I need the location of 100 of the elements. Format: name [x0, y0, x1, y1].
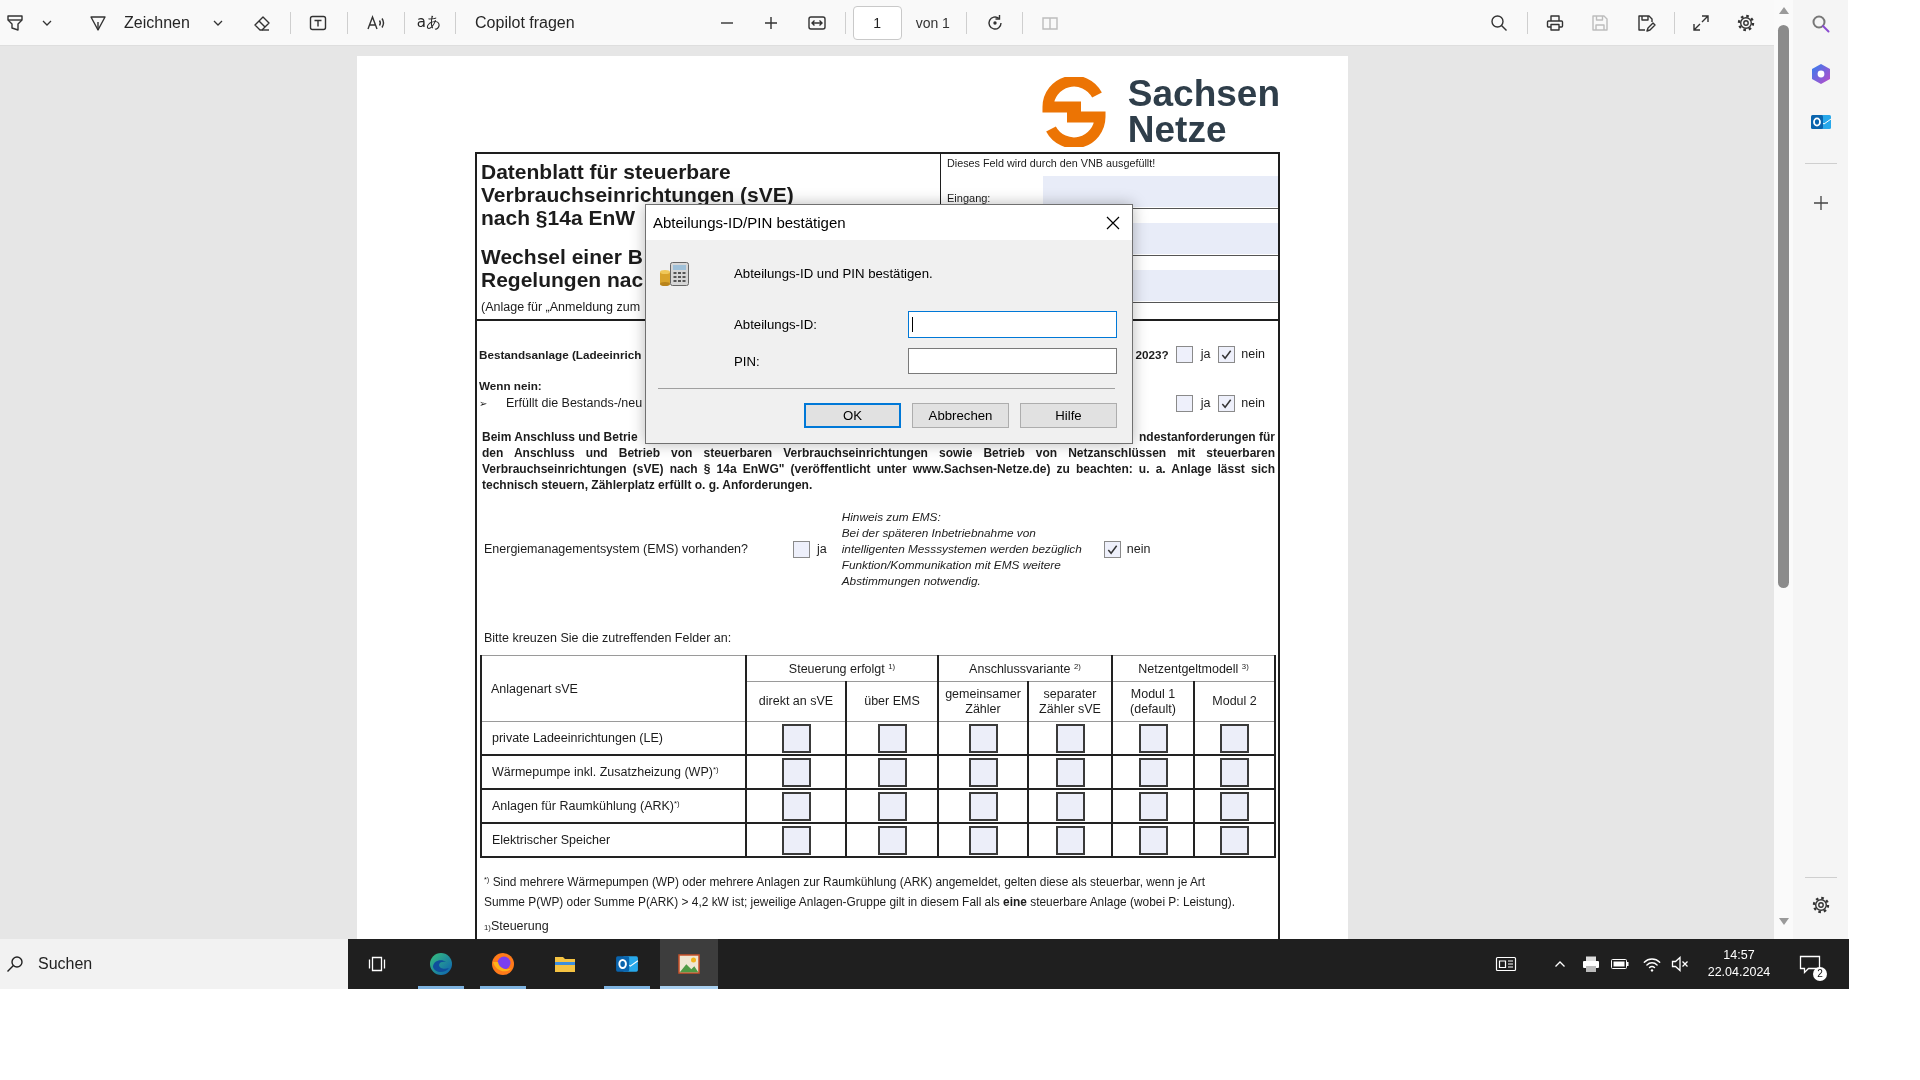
- question-heading: Wenn nein:: [479, 379, 542, 392]
- checkbox[interactable]: [968, 825, 998, 855]
- notice-text: den Anschluss und Betrieb von steuerbaren Verbrauchseinrichtungen sowie Betrieb von Netzanschlüssen mit steuerbaren Verbrauchseinrichtungen (sVE) nach § 14a EnWG" (veröffentlicht unter www.Sachsen-Netze.de) zu beachten: u. a. Anlage lässt sich technisch steuern, Zählerplatz erfüllt o. g. Anforderungen.: [482, 445, 1275, 493]
- checkbox[interactable]: [1220, 757, 1249, 787]
- copilot-button[interactable]: Copilot fragen: [467, 6, 583, 39]
- notification-badge: 2: [1813, 967, 1827, 981]
- calculator-coins-icon: [658, 259, 690, 287]
- scroll-up-icon[interactable]: [1778, 7, 1789, 14]
- form-field[interactable]: [1043, 176, 1278, 207]
- help-button[interactable]: Hilfe: [1020, 403, 1117, 428]
- draw-button[interactable]: Zeichnen: [84, 6, 194, 39]
- column-header: Anlagenart sVE: [491, 681, 578, 696]
- checkbox[interactable]: [1218, 394, 1236, 412]
- checkbox[interactable]: [877, 825, 907, 855]
- checkbox[interactable]: [968, 723, 998, 753]
- checkbox[interactable]: [1138, 757, 1168, 787]
- document-title: Verbrauchseinrichtungen (sVE): [481, 185, 794, 204]
- office-note: Dieses Feld wird durch den VNB ausgefüllt!: [947, 157, 1156, 169]
- search-icon: [6, 955, 24, 973]
- wifi-icon[interactable]: [1643, 955, 1661, 973]
- speech-bubble-icon[interactable]: [1799, 953, 1821, 975]
- checkbox[interactable]: [1055, 791, 1085, 821]
- swirl-icon: [429, 952, 453, 976]
- bullet-arrow: ➢: [479, 397, 489, 409]
- printer-icon[interactable]: [1582, 955, 1600, 973]
- checkbox[interactable]: [1138, 791, 1168, 821]
- document-title: Datenblatt für steuerbare: [481, 162, 731, 181]
- checkbox[interactable]: [1175, 394, 1193, 412]
- floppy-pen-icon[interactable]: [1636, 12, 1656, 33]
- checkbox[interactable]: [793, 540, 810, 558]
- column-header: Modul 2: [1212, 694, 1257, 708]
- checkbox[interactable]: [1220, 723, 1249, 753]
- dialog-title: Abteilungs-ID/PIN bestätigen: [653, 214, 846, 231]
- checkbox[interactable]: [1055, 825, 1085, 855]
- column-header: separater Zähler sVE: [1039, 686, 1101, 716]
- document-title: nach §14a EnW: [481, 208, 636, 227]
- column-header: über EMS: [864, 694, 920, 708]
- picture-icon: [677, 952, 701, 976]
- input-field[interactable]: [908, 311, 1117, 338]
- expand-icon[interactable]: [1691, 12, 1711, 33]
- page-number-field[interactable]: 1: [852, 5, 902, 40]
- scroll-down-icon[interactable]: [1778, 918, 1789, 925]
- checkbox[interactable]: [1103, 540, 1121, 558]
- column-group-header: Steuerung erfolgt $^{1)}$: [788, 661, 896, 676]
- cancel-button[interactable]: Abbrechen: [912, 403, 1009, 428]
- checkbox[interactable]: [1175, 345, 1193, 363]
- field-label: Eingang:: [946, 191, 991, 205]
- search-icon[interactable]: [1489, 12, 1509, 33]
- checkbox[interactable]: [1055, 757, 1085, 787]
- checkbox[interactable]: [1138, 825, 1168, 855]
- close-icon[interactable]: [1106, 215, 1120, 230]
- question-text: Energiemanagementsystem (EMS) vorhanden?: [484, 542, 750, 556]
- checkbox[interactable]: [968, 757, 998, 787]
- search-field[interactable]: Suchen: [0, 939, 348, 989]
- checkbox[interactable]: [968, 791, 998, 821]
- taskbar-app-button[interactable]: [660, 939, 718, 989]
- column-group-header: Netzentgeltmodell $^{3)}$: [1138, 661, 1249, 676]
- checkbox[interactable]: [877, 791, 907, 821]
- printer-icon[interactable]: [1545, 12, 1565, 33]
- checkbox[interactable]: [877, 757, 907, 787]
- checkbox[interactable]: [781, 757, 811, 787]
- question-text: 2023?: [1135, 347, 1169, 361]
- column-header: Modul 1 (default): [1130, 686, 1176, 716]
- annex-note: (Anlage für „Anmeldung zum: [481, 300, 641, 315]
- row-label: Elektrischer Speicher: [492, 833, 611, 847]
- plus-icon[interactable]: [1812, 195, 1829, 211]
- ok-button[interactable]: OK: [804, 403, 901, 428]
- footnote: $^{*)}$ Sind mehrere Wärmepumpen (WP) oder mehrere Anlagen zur Raumkühlung (ARK) angemeldet, gelten diese als steuerbar, wenn je Art Summe P(WP) oder Summe P(ARK) > 4,2 kW ist; jeweilige Anlagen-Gruppe gilt in diesem Fall als eine steuerbare Anlage (wobei P: Leistung).: [483, 874, 1237, 911]
- option-label: ja: [1200, 396, 1211, 410]
- checkbox[interactable]: [781, 723, 811, 753]
- checkbox[interactable]: [877, 723, 907, 753]
- checkbox[interactable]: [1220, 825, 1249, 855]
- column-header: gemeinsamer Zähler: [945, 686, 1021, 716]
- gradient-hexagon-icon[interactable]: [1809, 63, 1832, 85]
- notice-text: ndestanforderungen für: [1139, 429, 1275, 445]
- scrollbar-thumb[interactable]: [1778, 25, 1789, 588]
- input-field[interactable]: [908, 348, 1117, 374]
- checkbox[interactable]: [781, 825, 811, 855]
- checkbox[interactable]: [781, 791, 811, 821]
- task-view-icon[interactable]: [367, 954, 387, 974]
- checkbox[interactable]: [1218, 345, 1236, 363]
- hint-title: Hinweis zum EMS:: [841, 509, 941, 525]
- checkbox[interactable]: [1055, 723, 1085, 753]
- highlighter-icon[interactable]: [5, 12, 25, 33]
- speaker-muted-icon[interactable]: [1671, 955, 1689, 973]
- settings-icon[interactable]: [1810, 895, 1831, 915]
- page-count-label: von 1: [915, 14, 950, 31]
- question-text: Erfüllt die Bestands-/neu: [506, 396, 643, 410]
- clock-date: 22.04.2024: [1706, 964, 1772, 981]
- document-subtitle: Wechsel einer B Regelungen nac: [481, 245, 644, 291]
- row-label: Wärmepumpe inkl. Zusatzheizung (WP)$^{*)}$: [492, 765, 719, 779]
- column-header: direkt an sVE: [758, 694, 834, 708]
- checkbox[interactable]: [1220, 791, 1249, 821]
- option-label: nein: [1126, 542, 1151, 556]
- translate-button[interactable]: aあ: [416, 6, 442, 39]
- checkbox[interactable]: [1138, 723, 1168, 753]
- option-label: nein: [1241, 347, 1265, 361]
- option-label: nein: [1241, 396, 1265, 410]
- text-cursor-icon: [912, 317, 913, 332]
- settings-icon[interactable]: [1736, 12, 1756, 33]
